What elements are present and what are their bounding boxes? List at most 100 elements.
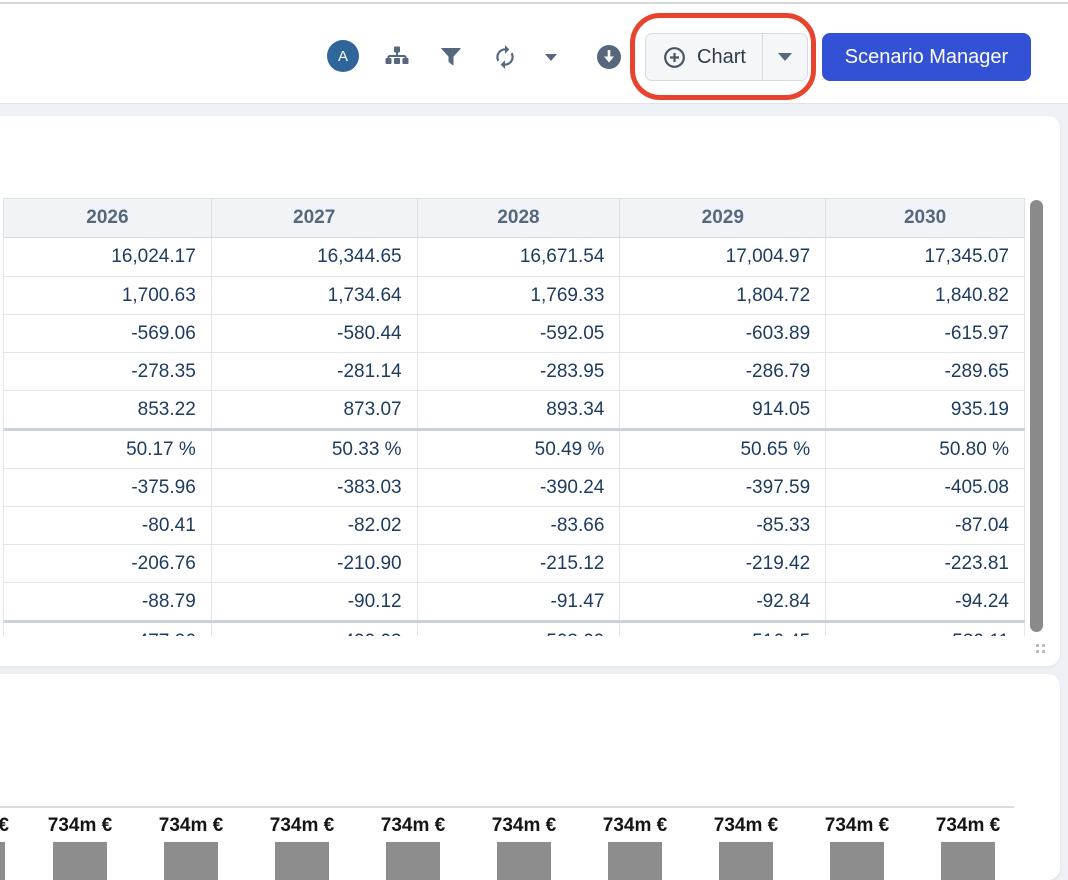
grid-cell[interactable]: -286.79: [620, 353, 826, 390]
year-column-header[interactable]: 2026: [4, 199, 212, 237]
grid-cell[interactable]: -91.47: [418, 583, 621, 620]
vertical-scrollbar[interactable]: [1030, 200, 1043, 632]
grid-cell[interactable]: 503.09: [418, 623, 621, 636]
grid-cell[interactable]: -206.76: [4, 545, 212, 582]
refresh-dropdown-caret-icon[interactable]: [545, 54, 557, 61]
chart-button-group: Chart: [645, 33, 808, 81]
table-row: 16,024.1716,344.6516,671.5417,004.9717,3…: [4, 238, 1025, 276]
grid-cell[interactable]: -569.06: [4, 315, 212, 352]
grid-cell[interactable]: -289.65: [826, 353, 1025, 390]
grid-body: 16,024.1716,344.6516,671.5417,004.9717,3…: [4, 238, 1025, 636]
grid-cell[interactable]: -383.03: [212, 469, 418, 506]
resize-handle-icon[interactable]: [1036, 644, 1046, 654]
table-row: 853.22873.07893.34914.05935.19: [4, 390, 1025, 428]
filter-icon[interactable]: [441, 48, 461, 66]
grid-cell[interactable]: -390.24: [418, 469, 621, 506]
grid-cell[interactable]: -375.96: [4, 469, 212, 506]
grid-cell[interactable]: 477.26: [4, 623, 212, 636]
grid-cell[interactable]: -397.59: [620, 469, 826, 506]
year-column-header[interactable]: 2027: [212, 199, 418, 237]
grid-cell[interactable]: 1,700.63: [4, 277, 212, 314]
bar[interactable]: [719, 842, 773, 880]
data-grid: 20262027202820292030 16,024.1716,344.651…: [3, 198, 1025, 636]
grid-cell[interactable]: -580.44: [212, 315, 418, 352]
grid-cell[interactable]: -278.35: [4, 353, 212, 390]
bar[interactable]: [608, 842, 662, 880]
grid-cell[interactable]: 1,804.72: [620, 277, 826, 314]
grid-cell[interactable]: -215.12: [418, 545, 621, 582]
bar-value-label: 734m €: [131, 814, 251, 838]
grid-cell[interactable]: -94.24: [826, 583, 1025, 620]
chart-gridline: [0, 806, 1014, 808]
scenario-manager-button[interactable]: Scenario Manager: [822, 33, 1031, 81]
grid-cell[interactable]: 1,840.82: [826, 277, 1025, 314]
sitemap-icon[interactable]: [385, 46, 409, 68]
grid-cell[interactable]: -83.66: [418, 507, 621, 544]
grid-cell[interactable]: -603.89: [620, 315, 826, 352]
year-column-header[interactable]: 2030: [826, 199, 1025, 237]
bar[interactable]: [386, 842, 440, 880]
grid-cell[interactable]: -85.33: [620, 507, 826, 544]
grid-cell[interactable]: 17,004.97: [620, 238, 826, 276]
top-divider: [0, 2, 1068, 4]
grid-cell[interactable]: 50.80 %: [826, 431, 1025, 468]
grid-cell[interactable]: -592.05: [418, 315, 621, 352]
table-row: -278.35-281.14-283.95-286.79-289.65: [4, 352, 1025, 390]
grid-cell[interactable]: 16,344.65: [212, 238, 418, 276]
avatar[interactable]: A: [327, 40, 359, 72]
grid-cell[interactable]: -281.14: [212, 353, 418, 390]
grid-cell[interactable]: 16,671.54: [418, 238, 621, 276]
chart-dropdown-button[interactable]: [762, 34, 807, 80]
bar[interactable]: [830, 842, 884, 880]
add-chart-button[interactable]: Chart: [646, 34, 762, 80]
bar-value-label: 734m €: [686, 814, 806, 838]
grid-cell[interactable]: 935.19: [826, 391, 1025, 428]
grid-cell[interactable]: -88.79: [4, 583, 212, 620]
grid-cell[interactable]: 873.07: [212, 391, 418, 428]
grid-cell[interactable]: -283.95: [418, 353, 621, 390]
grid-cell[interactable]: 1,769.33: [418, 277, 621, 314]
grid-cell[interactable]: -90.12: [212, 583, 418, 620]
grid-cell[interactable]: 50.49 %: [418, 431, 621, 468]
download-icon[interactable]: [596, 44, 622, 70]
grid-cell[interactable]: -82.02: [212, 507, 418, 544]
bar[interactable]: [53, 842, 107, 880]
bar[interactable]: [275, 842, 329, 880]
bar[interactable]: [941, 842, 995, 880]
chart-button-label: Chart: [697, 46, 746, 69]
year-column-header[interactable]: 2029: [620, 199, 826, 237]
bar[interactable]: [0, 842, 5, 880]
grid-cell[interactable]: 50.17 %: [4, 431, 212, 468]
grid-cell[interactable]: -92.84: [620, 583, 826, 620]
grid-cell[interactable]: 516.45: [620, 623, 826, 636]
grid-cell[interactable]: 893.34: [418, 391, 621, 428]
grid-cell[interactable]: -87.04: [826, 507, 1025, 544]
grid-cell[interactable]: 50.65 %: [620, 431, 826, 468]
grid-cell[interactable]: 17,345.07: [826, 238, 1025, 276]
chart-panel: 734m €734m €734m €734m €734m €734m €734m…: [0, 674, 1060, 880]
grid-cell[interactable]: 50.33 %: [212, 431, 418, 468]
bar-value-label: 734m €: [797, 814, 917, 838]
grid-cell[interactable]: -219.42: [620, 545, 826, 582]
grid-cell[interactable]: -210.90: [212, 545, 418, 582]
year-column-header[interactable]: 2028: [418, 199, 621, 237]
grid-cell[interactable]: 530.11: [826, 623, 1025, 636]
bar-value-label: 734m €: [353, 814, 473, 838]
grid-cell[interactable]: 490.03: [212, 623, 418, 636]
grid-cell[interactable]: -223.81: [826, 545, 1025, 582]
table-row: 1,700.631,734.641,769.331,804.721,840.82: [4, 276, 1025, 314]
bar-value-label: 734m €: [464, 814, 584, 838]
grid-cell[interactable]: -405.08: [826, 469, 1025, 506]
bar[interactable]: [497, 842, 551, 880]
grid-cell[interactable]: 16,024.17: [4, 238, 212, 276]
grid-cell[interactable]: 853.22: [4, 391, 212, 428]
table-panel: 20262027202820292030 16,024.1716,344.651…: [0, 116, 1060, 666]
grid-cell[interactable]: -615.97: [826, 315, 1025, 352]
grid-cell[interactable]: -80.41: [4, 507, 212, 544]
bar[interactable]: [164, 842, 218, 880]
scrollbar-thumb[interactable]: [1030, 200, 1043, 632]
grid-cell[interactable]: 1,734.64: [212, 277, 418, 314]
plus-circle-icon: [663, 46, 686, 69]
refresh-icon[interactable]: [492, 44, 518, 70]
grid-cell[interactable]: 914.05: [620, 391, 826, 428]
